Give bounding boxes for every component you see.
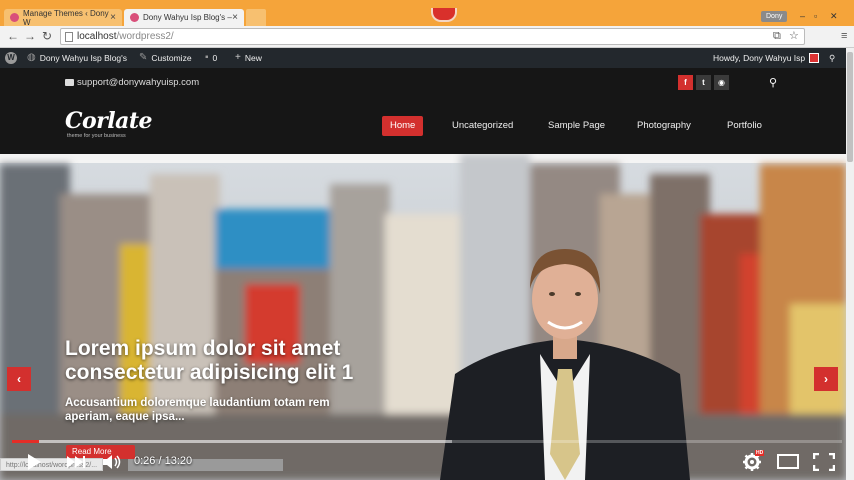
volume-icon[interactable] bbox=[102, 454, 122, 470]
brush-icon: ✎ bbox=[139, 52, 148, 63]
back-icon[interactable]: ← bbox=[7, 29, 19, 43]
url-path: /wordpress2/ bbox=[116, 31, 174, 42]
address-bar[interactable]: localhost/wordpress2/ ☆ ⧉ bbox=[60, 28, 805, 45]
wordpress-icon: W bbox=[5, 52, 17, 64]
tab-strip: Manage Themes ‹ Dony W × Dony Wahyu Isp … bbox=[0, 0, 854, 27]
envelope-icon bbox=[65, 79, 74, 86]
forward-icon[interactable]: → bbox=[24, 29, 36, 43]
page-icon bbox=[65, 32, 73, 42]
tab-close-icon[interactable]: × bbox=[110, 12, 116, 23]
wp-admin-bar: W ◍ Dony Wahyu Isp Blog's ✎ Customize ▪ … bbox=[0, 48, 846, 68]
site-navbar: Corlate theme for your business Home Unc… bbox=[0, 98, 846, 154]
hero-slider: Lorem ipsum dolor sit amet consectetur a… bbox=[0, 154, 846, 480]
next-video-icon[interactable] bbox=[66, 455, 86, 469]
customize-label: Customize bbox=[151, 53, 192, 63]
site-tagline: theme for your business bbox=[67, 133, 126, 139]
comments-link[interactable]: ▪ 0 bbox=[205, 48, 217, 68]
theater-mode-icon[interactable] bbox=[777, 454, 799, 469]
reload-icon[interactable]: ↻ bbox=[42, 29, 52, 43]
comments-count: 0 bbox=[212, 53, 218, 63]
plus-icon: + bbox=[235, 52, 241, 63]
tab-title: Dony Wahyu Isp Blog's – bbox=[143, 13, 232, 22]
site-topbar: support@donywahyuisp.com f t ◉ ⚲ bbox=[0, 68, 846, 98]
support-email: support@donywahyuisp.com bbox=[77, 77, 200, 88]
support-contact[interactable]: support@donywahyuisp.com bbox=[65, 77, 199, 88]
menu-item-uncategorized[interactable]: Uncategorized bbox=[444, 116, 521, 136]
play-icon[interactable] bbox=[26, 453, 42, 471]
favicon-icon bbox=[130, 13, 139, 22]
url-host: localhost bbox=[77, 31, 117, 42]
browser-chrome: Manage Themes ‹ Dony W × Dony Wahyu Isp … bbox=[0, 0, 854, 48]
menu-item-portfolio[interactable]: Portfolio bbox=[719, 116, 770, 136]
tab-close-icon[interactable]: × bbox=[232, 12, 238, 23]
profile-button[interactable]: Dony bbox=[761, 11, 788, 22]
comment-icon: ▪ bbox=[205, 52, 209, 63]
bookmark-star-icon[interactable]: ☆ bbox=[789, 29, 799, 44]
site-search-icon[interactable]: ⚲ bbox=[769, 76, 777, 89]
my-account-link[interactable]: Howdy, Dony Wahyu Isp bbox=[713, 48, 820, 68]
slider-next-icon[interactable]: › bbox=[814, 367, 838, 391]
translate-icon[interactable]: ⧉ bbox=[773, 29, 781, 44]
scrollbar-thumb[interactable] bbox=[847, 52, 853, 162]
twitter-icon[interactable]: t bbox=[696, 75, 711, 90]
menu-item-photography[interactable]: Photography bbox=[629, 116, 699, 136]
site-logo[interactable]: Corlate bbox=[65, 108, 153, 134]
new-tab-button[interactable] bbox=[246, 9, 266, 26]
page-scrollbar[interactable] bbox=[846, 48, 854, 480]
new-label: New bbox=[244, 53, 262, 63]
slider-prev-icon[interactable]: ‹ bbox=[7, 367, 31, 391]
favicon-icon bbox=[10, 13, 19, 22]
menu-icon[interactable]: ≡ bbox=[841, 30, 847, 42]
avatar bbox=[809, 53, 820, 63]
new-content-link[interactable]: + New bbox=[235, 48, 262, 68]
hd-badge: HD bbox=[755, 450, 765, 456]
address-row: ← → ↻ localhost/wordpress2/ ☆ ⧉ ≡ bbox=[0, 26, 854, 48]
slide-title: Lorem ipsum dolor sit amet consectetur a… bbox=[65, 337, 354, 384]
tab-manage-themes[interactable]: Manage Themes ‹ Dony W × bbox=[4, 8, 122, 27]
video-controls bbox=[0, 445, 854, 480]
video-loaded-bar bbox=[12, 440, 452, 443]
site-name-link[interactable]: ◍ Dony Wahyu Isp Blog's bbox=[27, 48, 127, 68]
window-close-icon[interactable]: ✕ bbox=[830, 11, 838, 22]
city-background-image bbox=[0, 154, 846, 480]
customize-link[interactable]: ✎ Customize bbox=[139, 48, 192, 68]
admin-search-icon[interactable]: ⚲ bbox=[829, 48, 835, 68]
menu-item-sample-page[interactable]: Sample Page bbox=[540, 116, 613, 136]
maximize-icon[interactable]: ▫ bbox=[814, 11, 817, 21]
video-time: 0:26 / 13:20 bbox=[134, 455, 193, 467]
site-name-label: Dony Wahyu Isp Blog's bbox=[39, 53, 128, 63]
dashboard-icon: ◍ bbox=[27, 52, 36, 63]
tab-blog[interactable]: Dony Wahyu Isp Blog's – × bbox=[124, 9, 244, 26]
video-played-bar bbox=[12, 440, 39, 443]
facebook-icon[interactable]: f bbox=[678, 75, 693, 90]
github-icon[interactable]: ◉ bbox=[714, 75, 729, 90]
tab-title: Manage Themes ‹ Dony W bbox=[23, 8, 109, 27]
minimize-icon[interactable]: – bbox=[800, 11, 805, 21]
menu-item-home[interactable]: Home bbox=[382, 116, 424, 136]
recording-indicator-icon bbox=[431, 8, 457, 22]
slide-subtitle: Accusantium doloremque laudantium totam … bbox=[65, 397, 330, 423]
howdy-label: Howdy, Dony Wahyu Isp bbox=[713, 53, 806, 63]
video-progress-bar[interactable] bbox=[12, 440, 842, 443]
wp-logo-button[interactable]: W bbox=[5, 48, 17, 68]
fullscreen-icon[interactable] bbox=[813, 453, 835, 471]
